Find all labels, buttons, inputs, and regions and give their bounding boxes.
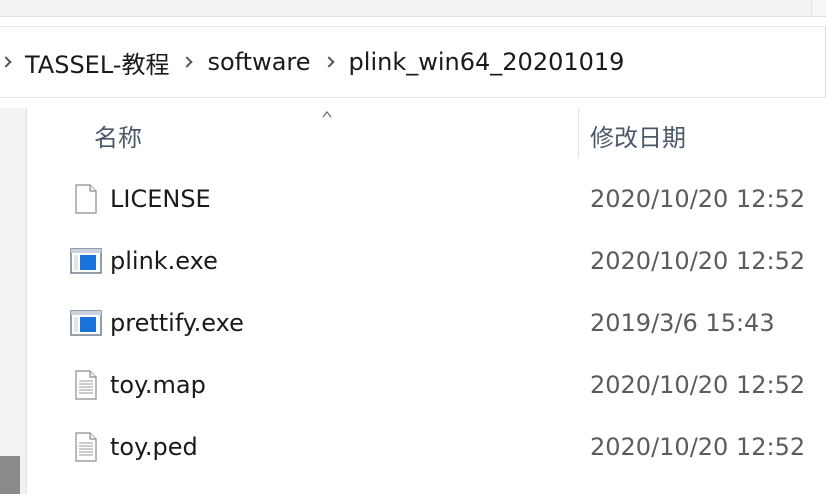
- exe-app-icon: [70, 248, 102, 274]
- file-explorer-window: TASSEL-教程 software plink_win64_20201019 …: [0, 0, 826, 494]
- file-name: toy.map: [110, 371, 206, 399]
- exe-app-icon: [70, 310, 102, 336]
- file-row[interactable]: toy.ped 2020/10/20 12:52: [34, 416, 826, 478]
- chevron-right-icon[interactable]: [0, 50, 14, 74]
- navigation-pane[interactable]: [0, 108, 26, 494]
- file-row[interactable]: toy.map 2020/10/20 12:52: [34, 354, 826, 416]
- file-name: plink.exe: [110, 247, 218, 275]
- navigation-pane-divider[interactable]: [26, 108, 27, 494]
- column-header-modified[interactable]: 修改日期: [590, 108, 686, 162]
- file-name: toy.ped: [110, 433, 198, 461]
- file-modified-date: 2020/10/20 12:52: [590, 371, 806, 399]
- file-modified-date: 2020/10/20 12:52: [590, 247, 806, 275]
- file-row[interactable]: LICENSE 2020/10/20 12:52: [34, 168, 826, 230]
- chevron-right-icon[interactable]: [323, 50, 337, 74]
- text-file-icon: [75, 370, 97, 400]
- file-name: prettify.exe: [110, 309, 244, 337]
- blank-file-icon: [75, 184, 97, 214]
- chevron-right-icon[interactable]: [181, 50, 195, 74]
- toolbar-divider: [0, 16, 826, 17]
- text-file-icon: [75, 432, 97, 462]
- file-row[interactable]: plink.exe 2020/10/20 12:52: [34, 230, 826, 292]
- breadcrumb-item-plink[interactable]: plink_win64_20201019: [337, 48, 637, 76]
- column-header-name[interactable]: 名称: [94, 108, 142, 162]
- file-name: LICENSE: [110, 185, 211, 213]
- breadcrumb: TASSEL-教程 software plink_win64_20201019: [0, 27, 636, 97]
- breadcrumb-item-tassel[interactable]: TASSEL-教程: [14, 45, 181, 80]
- file-list: LICENSE 2020/10/20 12:52 plink.exe 2020/…: [34, 168, 826, 478]
- file-modified-date: 2019/3/6 15:43: [590, 309, 775, 337]
- navigation-scrollbar-thumb[interactable]: [0, 456, 20, 494]
- column-resize-handle[interactable]: [578, 108, 579, 158]
- toolbar-strip: [0, 0, 826, 16]
- address-bar[interactable]: TASSEL-教程 software plink_win64_20201019: [0, 26, 826, 98]
- file-modified-date: 2020/10/20 12:52: [590, 433, 806, 461]
- breadcrumb-item-software[interactable]: software: [195, 48, 322, 76]
- toolbar-edge: [811, 0, 826, 16]
- file-row[interactable]: prettify.exe 2019/3/6 15:43: [34, 292, 826, 354]
- column-header: 名称 修改日期: [34, 108, 826, 162]
- file-modified-date: 2020/10/20 12:52: [590, 185, 806, 213]
